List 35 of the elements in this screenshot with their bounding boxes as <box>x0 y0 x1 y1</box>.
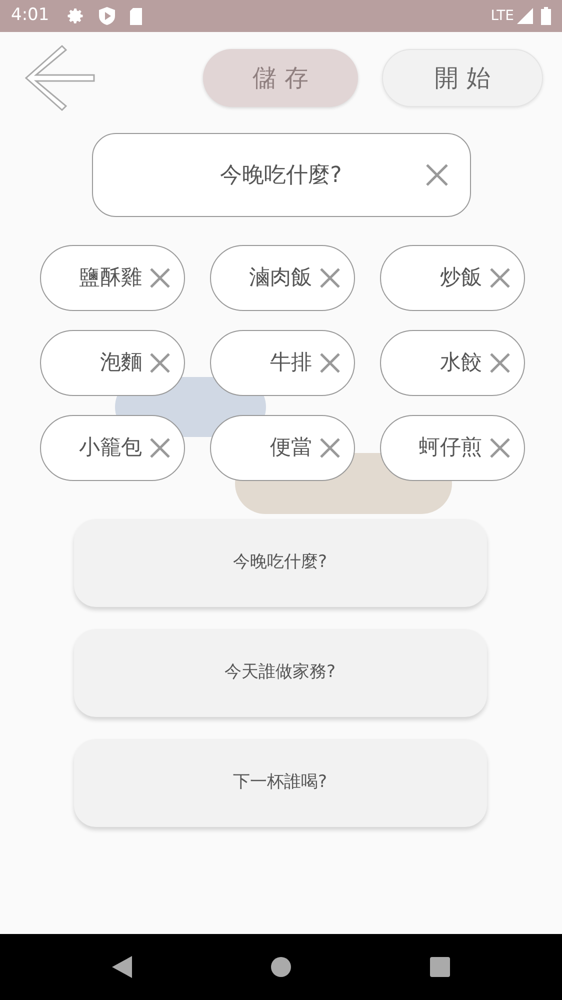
network-label: LTE <box>490 6 514 26</box>
remove-icon[interactable] <box>320 353 340 373</box>
chip-label: 鹽酥雞 <box>79 264 142 292</box>
start-button[interactable]: 開 始 <box>382 49 543 107</box>
title-field[interactable]: 今晚吃什麼? <box>92 133 470 217</box>
preset-button[interactable]: 今天誰做家務? <box>74 629 486 717</box>
remove-icon[interactable] <box>150 438 170 458</box>
status-time: 4:01 <box>11 4 50 28</box>
remove-icon[interactable] <box>150 268 170 288</box>
clear-icon[interactable] <box>426 164 448 186</box>
chip-label: 蚵仔煎 <box>419 434 482 462</box>
preset-button[interactable]: 今晚吃什麼? <box>74 519 486 607</box>
sd-card-icon <box>129 8 144 24</box>
remove-icon[interactable] <box>320 438 340 458</box>
settings-icon <box>67 7 86 25</box>
remove-icon[interactable] <box>490 268 510 288</box>
preset-button[interactable]: 下一杯誰喝? <box>74 739 486 827</box>
chip-label: 便當 <box>270 434 312 462</box>
remove-icon[interactable] <box>150 353 170 373</box>
remove-icon[interactable] <box>320 268 340 288</box>
chip-label: 小籠包 <box>79 434 142 462</box>
shield-play-icon <box>99 7 116 25</box>
chip-label: 炒飯 <box>440 264 482 292</box>
chip-label: 牛排 <box>270 349 312 376</box>
chip-label: 泡麵 <box>100 349 142 376</box>
title-input[interactable]: 今晚吃什麼? <box>92 158 470 192</box>
remove-icon[interactable] <box>490 438 510 458</box>
chip-label: 水餃 <box>440 349 482 376</box>
chip-label: 滷肉飯 <box>249 264 312 292</box>
remove-icon[interactable] <box>490 353 510 373</box>
back-icon[interactable] <box>112 956 132 978</box>
signal-icon <box>517 8 533 24</box>
back-arrow-icon[interactable] <box>22 44 96 112</box>
battery-icon <box>541 7 551 25</box>
home-icon[interactable] <box>270 956 292 978</box>
